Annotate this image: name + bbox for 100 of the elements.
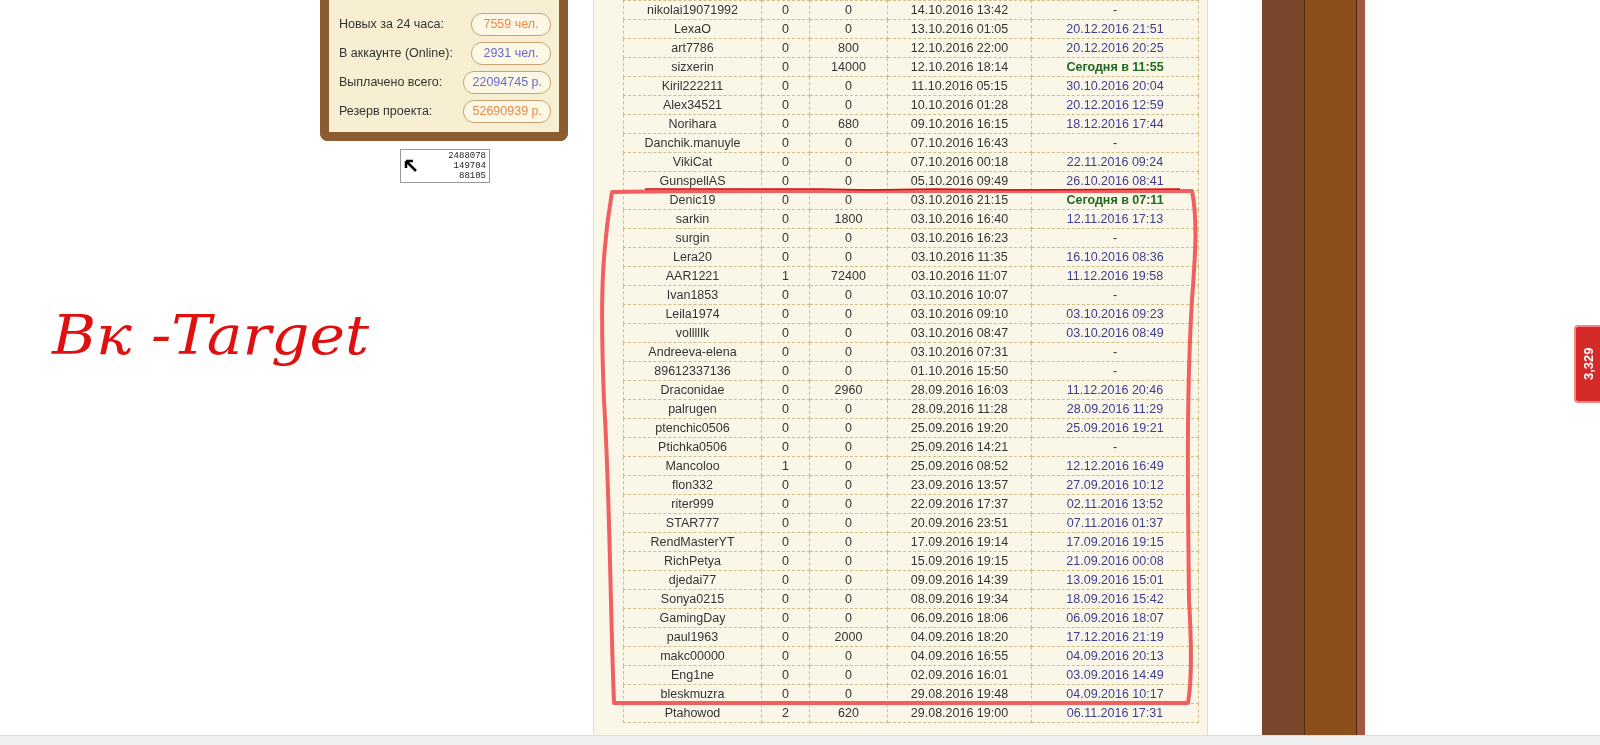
table-cell: 1 [761, 266, 810, 286]
table-cell: 0 [761, 342, 810, 362]
user-name: sizxerin [623, 57, 762, 77]
date-cell: 25.09.2016 14:21 [887, 437, 1032, 457]
user-name: nikolai19071992 [623, 0, 762, 20]
table-cell: 680 [809, 114, 888, 134]
table-cell: 0 [761, 418, 810, 438]
last-visit-cell: 07.11.2016 01:37 [1031, 513, 1199, 533]
date-cell: 09.09.2016 14:39 [887, 570, 1032, 590]
table-cell: 0 [809, 589, 888, 609]
table-cell: 620 [809, 703, 888, 723]
date-cell: 07.10.2016 16:43 [887, 133, 1032, 153]
user-name: Danchik.manuyle [623, 133, 762, 153]
date-cell: 14.10.2016 13:42 [887, 0, 1032, 20]
table-cell: 0 [809, 399, 888, 419]
stat-value: 22094745 р. [463, 71, 551, 94]
table-cell: 0 [761, 513, 810, 533]
table-cell: 800 [809, 38, 888, 58]
table-cell: 0 [761, 57, 810, 77]
last-visit-cell: 02.11.2016 13:52 [1031, 494, 1199, 514]
counter-badge[interactable]: 3,329 [1574, 325, 1600, 403]
date-cell: 03.10.2016 16:23 [887, 228, 1032, 248]
last-visit-cell: 16.10.2016 08:36 [1031, 247, 1199, 267]
last-visit-cell: - [1031, 361, 1199, 381]
table-cell: 0 [809, 76, 888, 96]
table-cell: 2960 [809, 380, 888, 400]
date-cell: 28.09.2016 16:03 [887, 380, 1032, 400]
table-cell: 0 [761, 380, 810, 400]
table-cell: 0 [761, 285, 810, 305]
last-visit-cell: 22.11.2016 09:24 [1031, 152, 1199, 172]
handwritten-note: Вк -Target [52, 302, 370, 369]
date-cell: 03.10.2016 08:47 [887, 323, 1032, 343]
table-cell: 0 [761, 76, 810, 96]
last-visit-cell: 06.09.2016 18:07 [1031, 608, 1199, 628]
user-name: GunspellAS [623, 171, 762, 191]
date-cell: 03.10.2016 10:07 [887, 285, 1032, 305]
last-visit-cell: 12.11.2016 17:13 [1031, 209, 1199, 229]
user-name: Andreeva-elena [623, 342, 762, 362]
table-cell: 0 [761, 665, 810, 685]
last-visit-cell: 28.09.2016 11:29 [1031, 399, 1199, 419]
date-cell: 03.10.2016 11:07 [887, 266, 1032, 286]
user-name: Kiril222211 [623, 76, 762, 96]
last-visit-cell: - [1031, 342, 1199, 362]
table-cell: 0 [761, 570, 810, 590]
table-cell: 0 [761, 304, 810, 324]
date-cell: 12.10.2016 18:14 [887, 57, 1032, 77]
table-cell: 0 [809, 19, 888, 39]
counter-number: 88105 [458, 171, 486, 181]
date-cell: 07.10.2016 00:18 [887, 152, 1032, 172]
table-cell: 0 [761, 38, 810, 58]
table-cell: 1800 [809, 209, 888, 229]
date-cell: 11.10.2016 05:15 [887, 76, 1032, 96]
table-cell: 0 [761, 646, 810, 666]
table-cell: 0 [761, 608, 810, 628]
date-cell: 03.10.2016 09:10 [887, 304, 1032, 324]
table-cell: 0 [809, 475, 888, 495]
date-cell: 20.09.2016 23:51 [887, 513, 1032, 533]
table-cell: 0 [761, 494, 810, 514]
horizontal-scrollbar[interactable] [0, 735, 1600, 745]
stat-label: В аккаунте (Online): [339, 45, 453, 63]
last-visit-cell: 20.12.2016 20:25 [1031, 38, 1199, 58]
table-cell: 0 [761, 209, 810, 229]
table-cell: 0 [809, 342, 888, 362]
table-cell: 0 [809, 551, 888, 571]
table-cell: 0 [809, 304, 888, 324]
table-cell: 0 [809, 323, 888, 343]
last-visit-cell: - [1031, 437, 1199, 457]
table-cell: 72400 [809, 266, 888, 286]
date-cell: 13.10.2016 01:05 [887, 19, 1032, 39]
date-cell: 25.09.2016 19:20 [887, 418, 1032, 438]
stat-value: 2931 чел. [471, 42, 551, 65]
user-name: Draconidae [623, 380, 762, 400]
table-cell: 0 [809, 95, 888, 115]
last-visit-cell: 13.09.2016 15:01 [1031, 570, 1199, 590]
user-name: Alex34521 [623, 95, 762, 115]
date-cell: 03.10.2016 16:40 [887, 209, 1032, 229]
table-cell: 0 [761, 475, 810, 495]
date-cell: 06.09.2016 18:06 [887, 608, 1032, 628]
user-name: Denic19 [623, 190, 762, 210]
last-visit-cell: Сегодня в 11:55 [1031, 57, 1199, 77]
table-cell: 0 [761, 551, 810, 571]
table-cell: 0 [761, 190, 810, 210]
table-cell: 0 [761, 399, 810, 419]
date-cell: 12.10.2016 22:00 [887, 38, 1032, 58]
last-visit-cell: 20.12.2016 12:59 [1031, 95, 1199, 115]
last-visit-cell: 12.12.2016 16:49 [1031, 456, 1199, 476]
last-visit-cell: - [1031, 285, 1199, 305]
table-cell: 0 [761, 323, 810, 343]
table-cell: 0 [761, 627, 810, 647]
user-name: ptenchic0506 [623, 418, 762, 438]
last-visit-cell: 18.09.2016 15:42 [1031, 589, 1199, 609]
date-cell: 02.09.2016 16:01 [887, 665, 1032, 685]
date-cell: 01.10.2016 15:50 [887, 361, 1032, 381]
date-cell: 10.10.2016 01:28 [887, 95, 1032, 115]
user-name: VikiCat [623, 152, 762, 172]
table-cell: 0 [761, 19, 810, 39]
user-name: Ptahowod [623, 703, 762, 723]
table-cell: 0 [809, 228, 888, 248]
user-name: makc00000 [623, 646, 762, 666]
date-cell: 15.09.2016 19:15 [887, 551, 1032, 571]
